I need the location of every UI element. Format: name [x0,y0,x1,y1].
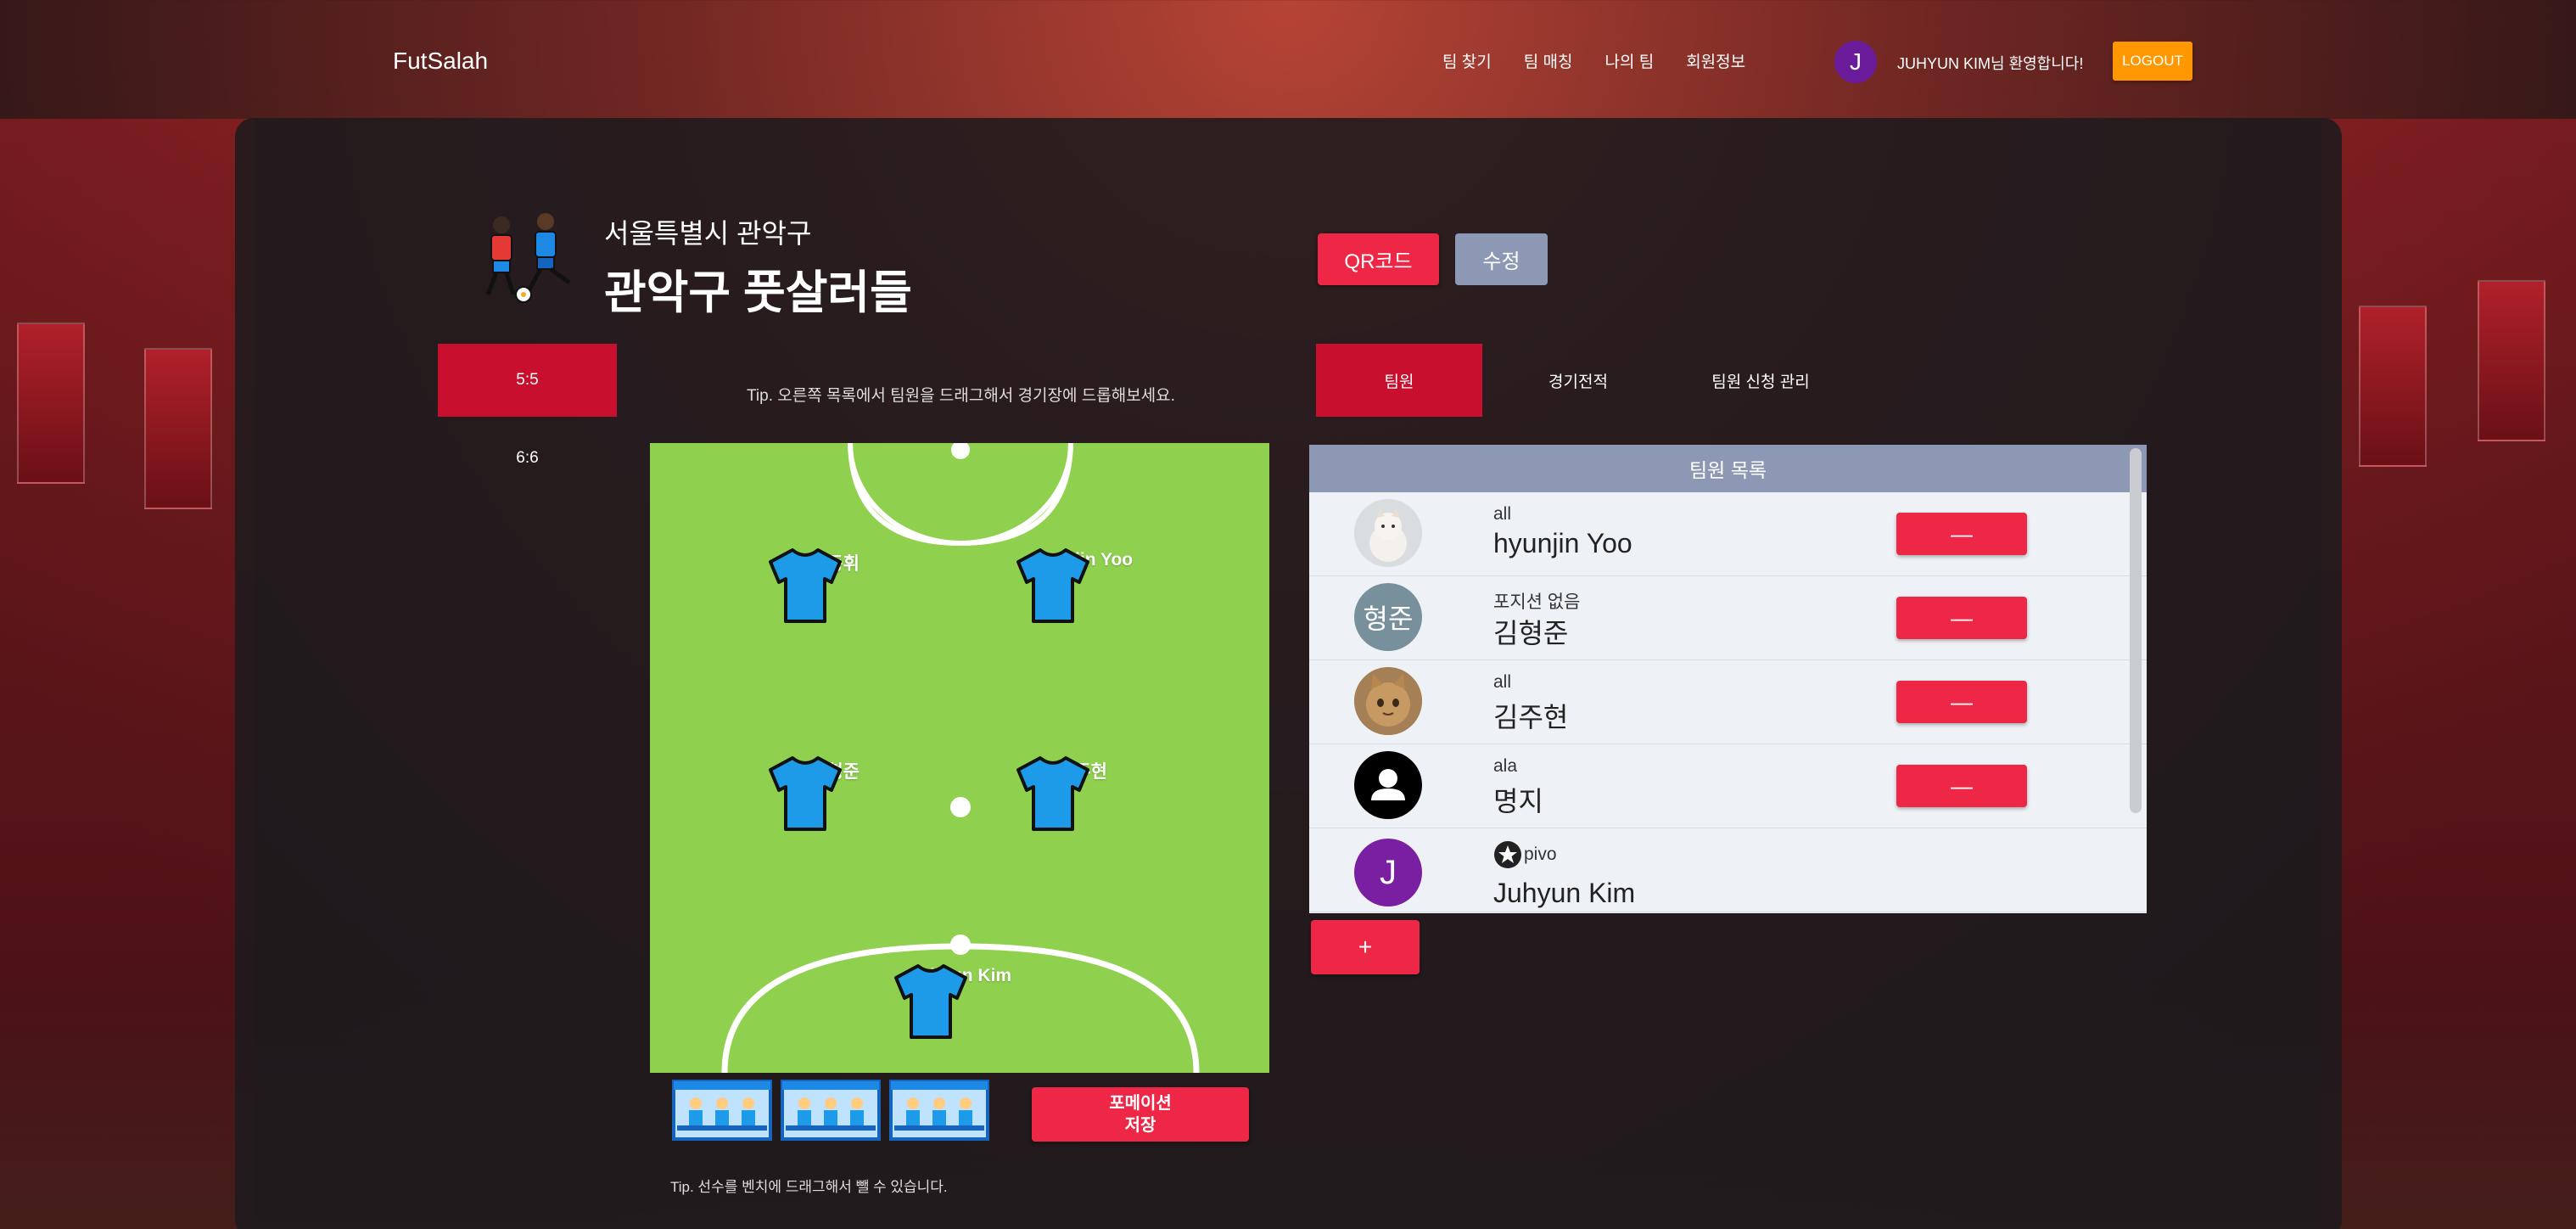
top-navbar: FutSalah 팀 찾기 팀 매칭 나의 팀 회원정보 J JUHYUN KI… [0,0,2576,119]
edit-button[interactable]: 수정 [1455,233,1548,285]
jersey-icon [769,548,842,623]
member-row[interactable]: 형준 포지션 없음 김형준 — [1309,576,2147,660]
avatar [1354,751,1422,819]
logout-button[interactable]: LOGOUT [2113,42,2192,81]
nav-link-profile[interactable]: 회원정보 [1686,49,1745,72]
tab-members[interactable]: 팀원 [1316,344,1482,417]
member-row[interactable]: all hyunjin Yoo — [1309,492,2147,576]
captain-star-icon [1494,841,1521,868]
background-poster [144,348,212,509]
welcome-text: JUHYUN KIM님 환영합니다! [1897,55,2084,72]
background-poster [2478,280,2545,441]
member-row[interactable]: J pivo Juhyun Kim [1309,828,2147,912]
remove-member-button[interactable]: — [1896,513,2027,555]
member-name: 김형준 [1493,618,1569,648]
background-poster [2359,306,2427,467]
avatar [1354,499,1422,567]
formation-tab-5v5[interactable]: 5:5 [438,344,617,417]
avatar: 형준 [1354,583,1422,651]
member-position: pivo [1493,840,1557,869]
member-position: all [1493,672,1512,692]
cat-photo-icon [1354,667,1422,735]
member-list-scrollbar[interactable] [2130,448,2142,813]
team-region: 서울특별시 관악구 [604,218,812,249]
member-position: ala [1493,756,1518,776]
avatar [1354,667,1422,735]
field-player[interactable]: 김주현 [1015,755,1151,831]
background-poster [17,323,85,484]
tip-drag-to-bench: Tip. 선수를 벤치에 드래그해서 뺄 수 있습니다. [670,1179,948,1195]
jersey-icon [1016,756,1089,831]
bench-icon[interactable] [781,1080,881,1141]
nav-link-my-team[interactable]: 나의 팀 [1604,49,1654,72]
member-position: all [1493,504,1512,524]
field-player[interactable]: 김형준 [767,755,903,831]
save-formation-label-line2: 저장 [1124,1116,1156,1135]
remove-member-button[interactable]: — [1896,681,2027,723]
tab-application-management[interactable]: 팀원 신청 관리 [1676,344,1845,417]
member-name: Juhyun Kim [1493,878,1636,908]
remove-member-button[interactable]: — [1896,597,2027,639]
field-player[interactable]: Juhyun Kim [893,962,1028,1039]
remove-member-button[interactable]: — [1896,765,2027,807]
member-position-text: pivo [1524,845,1557,864]
jersey-icon [894,964,967,1039]
nav-link-find-team[interactable]: 팀 찾기 [1442,49,1492,72]
default-user-icon [1371,769,1405,800]
jersey-icon [1016,548,1089,623]
member-list[interactable]: 팀원 목록 all hyunjin Yoo — 형준 포지션 없음 김형준 — [1309,445,2147,913]
bench-icon[interactable] [889,1080,989,1141]
member-row[interactable]: ala 명지 — [1309,744,2147,828]
cat-photo-icon [1354,499,1422,567]
tab-match-record[interactable]: 경기전적 [1502,344,1655,417]
add-member-button[interactable]: + [1311,920,1420,974]
jersey-icon [769,756,842,831]
member-position: 포지션 없음 [1493,592,1581,612]
futsal-field[interactable]: 김동휘 hyunjin Yoo 김형준 김주현 Juhyun Kim [650,443,1269,1073]
tip-drag-to-field: Tip. 오른쪽 목록에서 팀원을 드래그해서 경기장에 드롭해보세요. [747,387,1175,405]
bench-icon[interactable] [672,1080,772,1141]
field-player[interactable]: hyunjin Yoo [1015,547,1151,623]
team-name: 관악구 풋살러들 [604,267,912,318]
nav-link-team-matching[interactable]: 팀 매칭 [1524,49,1573,72]
formation-tab-6v6[interactable]: 6:6 [438,424,617,492]
member-name: 김주현 [1493,702,1569,732]
avatar: J [1354,839,1422,906]
member-name: 명지 [1493,786,1543,817]
qr-code-button[interactable]: QR코드 [1318,233,1439,285]
save-formation-button[interactable]: 포메이션 저장 [1032,1087,1249,1142]
member-list-title: 팀원 목록 [1309,445,2147,492]
field-player[interactable]: 김동휘 [767,547,903,623]
brand-logo[interactable]: FutSalah [393,48,488,75]
member-row[interactable]: all 김주현 — [1309,660,2147,744]
save-formation-label-line1: 포메이션 [1109,1094,1172,1113]
bench-area[interactable] [672,1080,989,1141]
user-avatar[interactable]: J [1834,41,1877,83]
futsal-players-icon [485,213,571,303]
member-name: hyunjin Yoo [1493,528,1632,558]
nav-links: 팀 찾기 팀 매칭 나의 팀 회원정보 [1442,49,1745,72]
